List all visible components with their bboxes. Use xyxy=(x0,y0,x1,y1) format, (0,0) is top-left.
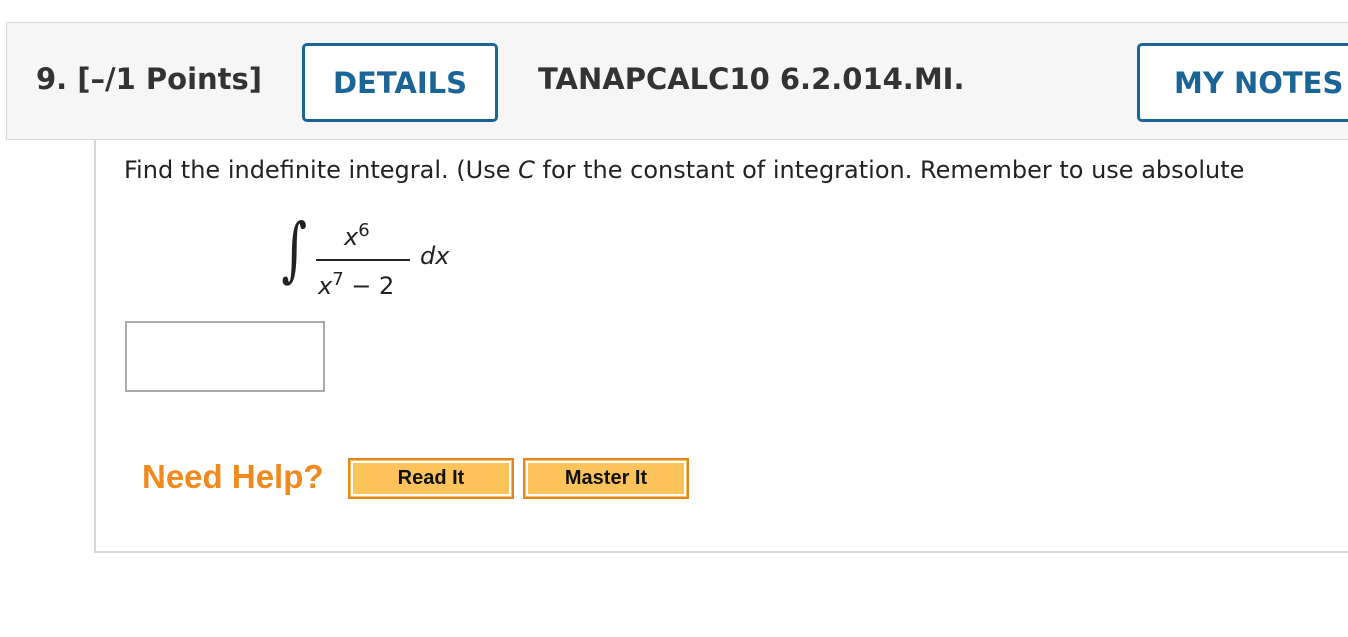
answer-input[interactable] xyxy=(125,321,325,392)
integral-sign: ∫ xyxy=(281,208,308,290)
fraction-bar xyxy=(316,259,410,261)
fraction-numerator: x6 xyxy=(344,220,370,251)
master-it-button[interactable]: Master It xyxy=(523,458,689,499)
question-text: Find the indefinite integral. (Use C for… xyxy=(124,156,1245,184)
my-notes-button[interactable]: MY NOTES xyxy=(1137,43,1348,122)
differential: dx xyxy=(420,242,450,270)
question-points-label: 9. [–/1 Points] xyxy=(36,62,263,96)
read-it-button[interactable]: Read It xyxy=(348,458,514,499)
need-help-label: Need Help? xyxy=(142,458,324,495)
details-button[interactable]: DETAILS xyxy=(302,43,498,122)
fraction-denominator: x7 − 2 xyxy=(318,269,395,300)
constant-variable: C xyxy=(518,156,535,184)
problem-id: TANAPCALC10 6.2.014.MI. xyxy=(538,62,965,96)
